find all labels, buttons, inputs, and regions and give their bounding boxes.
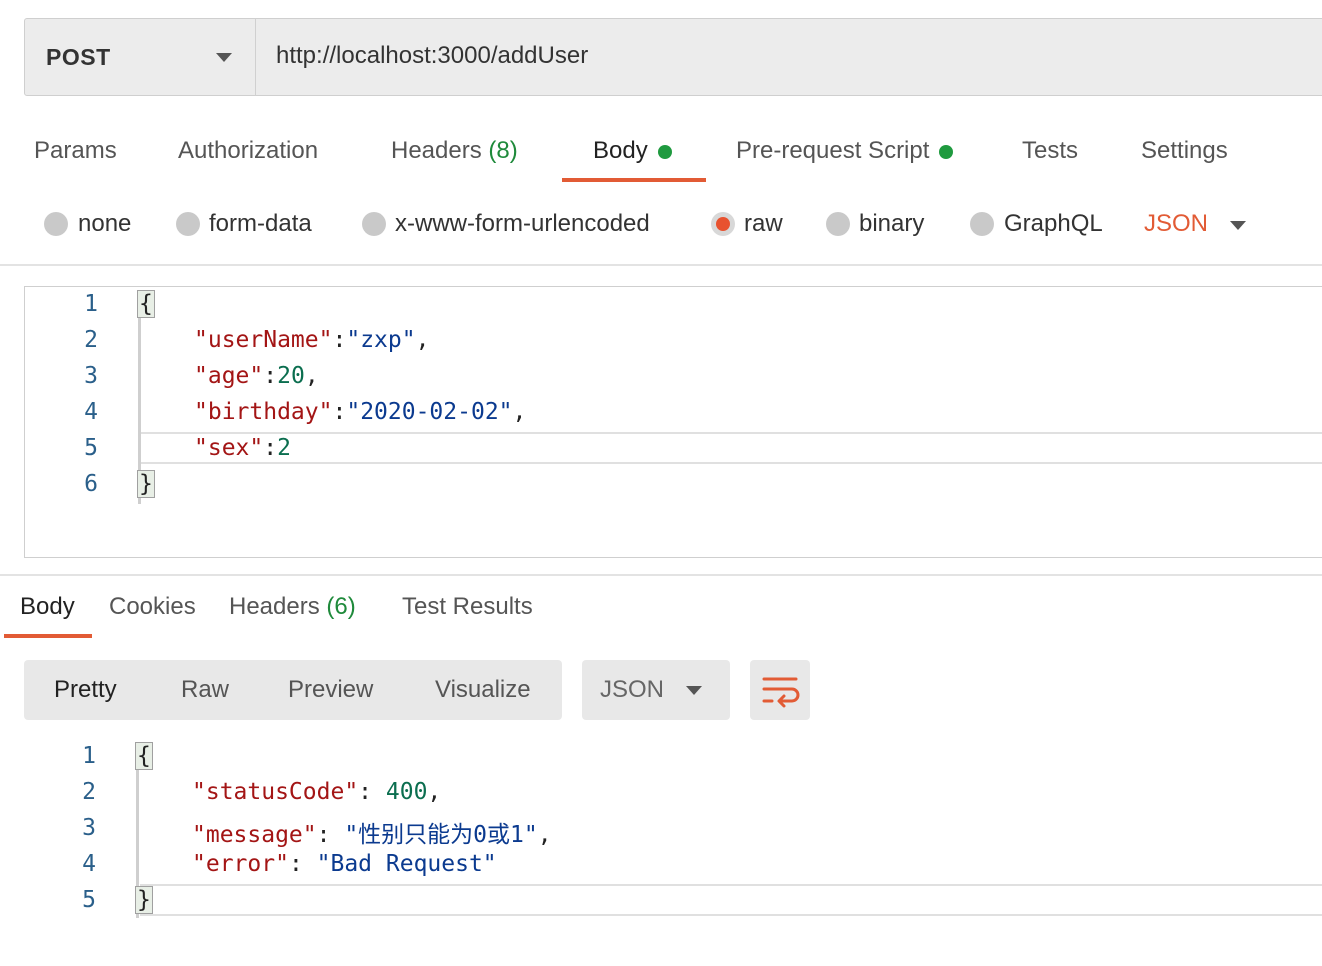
caret-down-icon [686,686,702,695]
response-tab-body[interactable]: Body [20,593,75,621]
active-tab-underline [4,634,92,638]
active-line-highlight [140,432,1322,464]
json-brace-close: } [135,886,153,914]
tab-headers[interactable]: Headers (8) [391,137,518,165]
line-number: 5 [82,887,96,913]
line-number: 4 [82,851,96,877]
active-tab-underline [562,178,706,182]
radio-binary-label: binary [859,210,925,237]
tab-params[interactable]: Params [34,137,117,165]
line-number: 2 [82,779,96,805]
tab-body[interactable]: Body [593,137,672,165]
tab-authorization[interactable]: Authorization [178,137,318,165]
tab-prerequest-script[interactable]: Pre-request Script [736,137,954,165]
tab-headers-label: Headers [391,137,482,164]
caret-down-icon[interactable] [1230,221,1246,230]
json-brace-open: { [137,290,155,318]
body-indicator-dot-icon [657,144,672,159]
response-format-label: JSON [600,676,665,703]
tab-tests[interactable]: Tests [1022,137,1078,165]
radio-selected-dot-icon [716,217,730,231]
tab-headers-count: (8) [488,137,518,164]
json-line: "userName":"zxp", [194,327,430,353]
json-line: "message": "性别只能为0或1", [192,822,552,848]
line-number: 1 [82,743,96,769]
response-tab-cookies[interactable]: Cookies [109,593,196,621]
json-line: "statusCode": 400, [192,779,442,805]
tab-body-label: Body [593,137,648,164]
view-visualize-button[interactable]: Visualize [435,676,531,704]
radio-graphql[interactable] [970,212,994,236]
json-line: "sex":2 [194,435,291,461]
radio-urlencoded-label: x-www-form-urlencoded [395,210,650,237]
view-raw-button[interactable]: Raw [181,676,229,704]
view-pretty-button[interactable]: Pretty [54,676,117,704]
response-headers-label: Headers [229,593,320,620]
radio-urlencoded[interactable] [362,212,386,236]
divider [0,574,1322,576]
line-number: 3 [84,363,98,389]
url-input[interactable]: http://localhost:3000/addUser [276,42,588,70]
radio-raw[interactable] [711,212,735,236]
divider [0,264,1322,266]
radio-none[interactable] [44,212,68,236]
radio-raw-label: raw [744,210,783,237]
caret-down-icon [216,53,232,62]
tab-settings[interactable]: Settings [1141,137,1228,165]
line-number: 2 [84,327,98,353]
line-number: 4 [84,399,98,425]
response-tab-headers[interactable]: Headers (6) [229,593,356,621]
active-line-highlight [140,884,1322,916]
body-format-dropdown[interactable]: JSON [1144,210,1208,238]
radio-binary[interactable] [826,212,850,236]
json-line: "age":20, [194,363,319,389]
radio-form-data-label: form-data [209,210,312,237]
json-brace-open: { [135,742,153,770]
response-tab-test-results[interactable]: Test Results [402,593,533,621]
line-number: 1 [84,291,98,317]
method-label: POST [46,44,111,70]
radio-graphql-label: GraphQL [1004,210,1103,237]
tab-prerequest-label: Pre-request Script [736,137,930,164]
wrap-lines-icon [762,677,800,708]
line-number: 3 [82,815,96,841]
radio-none-label: none [78,210,132,237]
prerequest-indicator-dot-icon [939,144,954,159]
response-headers-count: (6) [326,593,356,620]
view-preview-button[interactable]: Preview [288,676,373,704]
line-number: 6 [84,471,98,497]
wrap-lines-button[interactable] [750,660,810,720]
json-line: "birthday":"2020-02-02", [194,399,527,425]
radio-form-data[interactable] [176,212,200,236]
json-line: "error": "Bad Request" [192,851,497,877]
json-brace-close: } [137,470,155,498]
line-number: 5 [84,435,98,461]
